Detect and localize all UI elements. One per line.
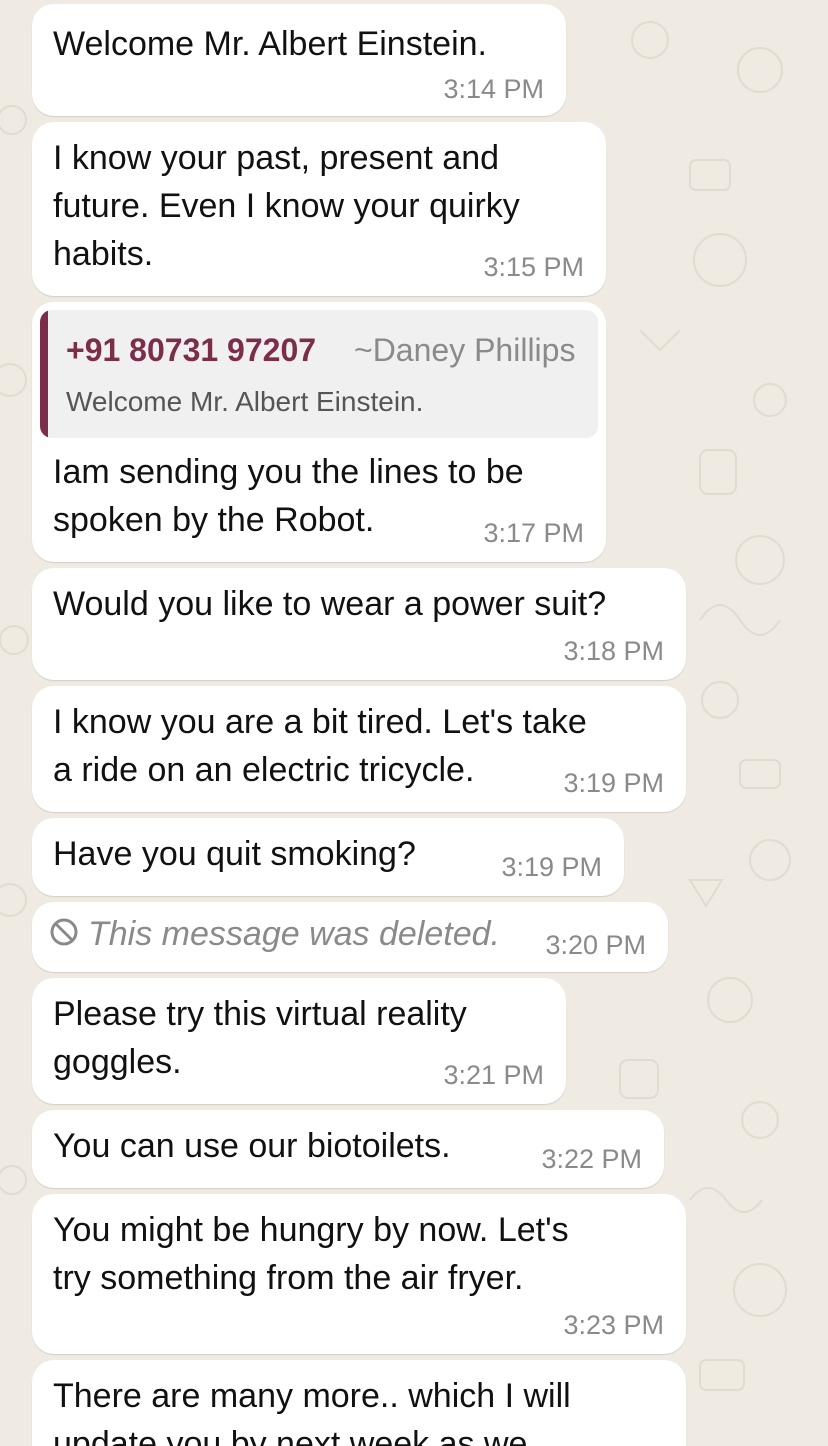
message-text: Would you like to wear a power suit? — [53, 585, 607, 623]
message-timestamp: 3:20 PM — [545, 930, 646, 960]
message-timestamp: 3:19 PM — [501, 852, 602, 882]
quoted-message-text: Welcome Mr. Albert Einstein. — [66, 386, 424, 417]
message-bubble[interactable]: Please try this virtual reality goggles.… — [32, 978, 566, 1104]
message-timestamp: 3:18 PM — [563, 636, 664, 666]
quote-accent-bar — [40, 310, 48, 438]
message-timestamp: 3:19 PM — [563, 768, 664, 798]
message-text: Welcome Mr. Albert Einstein. — [53, 25, 487, 63]
quoted-sender-number: +91 80731 97207 — [66, 332, 317, 368]
deleted-message-text: This message was deleted. — [88, 915, 500, 953]
message-bubble[interactable]: Would you like to wear a power suit? 3:1… — [32, 568, 686, 680]
reply-message-bubble[interactable]: +91 80731 97207 ~Daney Phillips Welcome … — [32, 302, 606, 562]
message-bubble[interactable]: I know your past, present and future. Ev… — [32, 122, 606, 296]
message-text: Iam sending you the lines to be spoken b… — [53, 453, 524, 539]
message-text: You can use our biotoilets. — [53, 1127, 451, 1165]
deleted-message-bubble[interactable]: This message was deleted. 3:20 PM — [32, 902, 668, 972]
message-bubble[interactable]: Welcome Mr. Albert Einstein. 3:14 PM — [32, 4, 566, 116]
message-timestamp: 3:23 PM — [563, 1310, 664, 1340]
message-timestamp: 3:21 PM — [443, 1060, 544, 1090]
message-bubble[interactable]: You might be hungry by now. Let's try so… — [32, 1194, 686, 1354]
blocked-icon — [50, 918, 78, 946]
message-timestamp: 3:22 PM — [541, 1144, 642, 1174]
message-bubble[interactable]: I know you are a bit tired. Let's take a… — [32, 686, 686, 812]
message-text: Have you quit smoking? — [53, 835, 416, 873]
message-text: I know your past, present and future. Ev… — [53, 139, 520, 273]
message-timestamp: 3:15 PM — [483, 252, 584, 282]
message-text: There are many more.. which I will updat… — [53, 1377, 571, 1446]
chat-message-list[interactable]: Welcome Mr. Albert Einstein. 3:14 PM I k… — [0, 0, 828, 1446]
message-bubble[interactable]: There are many more.. which I will updat… — [32, 1360, 686, 1446]
quoted-message[interactable]: +91 80731 97207 ~Daney Phillips Welcome … — [40, 310, 598, 438]
message-timestamp: 3:17 PM — [483, 518, 584, 548]
message-bubble[interactable]: You can use our biotoilets. 3:22 PM — [32, 1110, 664, 1188]
quoted-sender-name: ~Daney Phillips — [354, 332, 576, 368]
message-text: I know you are a bit tired. Let's take a… — [53, 703, 587, 789]
message-bubble[interactable]: Have you quit smoking? 3:19 PM — [32, 818, 624, 896]
message-text: You might be hungry by now. Let's try so… — [53, 1211, 569, 1297]
message-timestamp: 3:14 PM — [443, 74, 544, 104]
message-text: Please try this virtual reality goggles. — [53, 995, 467, 1081]
